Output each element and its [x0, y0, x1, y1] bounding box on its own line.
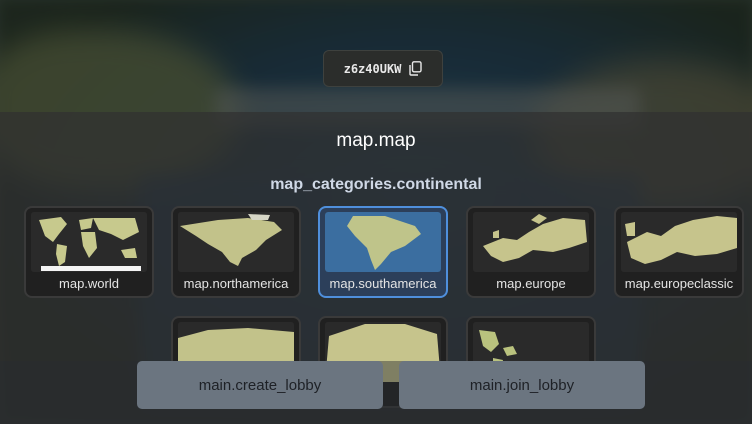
map-thumbnail-europeclassic [621, 212, 737, 272]
join-lobby-button[interactable]: main.join_lobby [399, 361, 645, 409]
map-thumbnail-northamerica [178, 212, 294, 272]
category-title: map_categories.continental [270, 176, 482, 193]
lobby-code-text: z6z40UKW [343, 61, 402, 76]
lobby-code-button[interactable]: z6z40UKW [323, 50, 443, 87]
map-card-europeclassic[interactable]: map.europeclassic [614, 206, 744, 298]
map-label: map.southamerica [329, 276, 437, 291]
map-card-europe[interactable]: map.europe [466, 206, 596, 298]
map-card-northamerica[interactable]: map.northamerica [171, 206, 301, 298]
create-lobby-button[interactable]: main.create_lobby [137, 361, 383, 409]
map-label: map.europeclassic [624, 276, 734, 291]
map-thumbnail-europe [473, 212, 589, 272]
modal-title: map.map [336, 130, 416, 151]
map-thumbnail-world [31, 212, 147, 272]
copy-icon [409, 61, 423, 76]
map-label: map.northamerica [183, 276, 289, 291]
map-label: map.europe [496, 276, 566, 291]
map-thumbnail-southamerica [325, 212, 441, 272]
map-label: map.world [59, 276, 119, 291]
map-card-world[interactable]: map.world [24, 206, 154, 298]
map-card-southamerica[interactable]: map.southamerica [318, 206, 448, 298]
